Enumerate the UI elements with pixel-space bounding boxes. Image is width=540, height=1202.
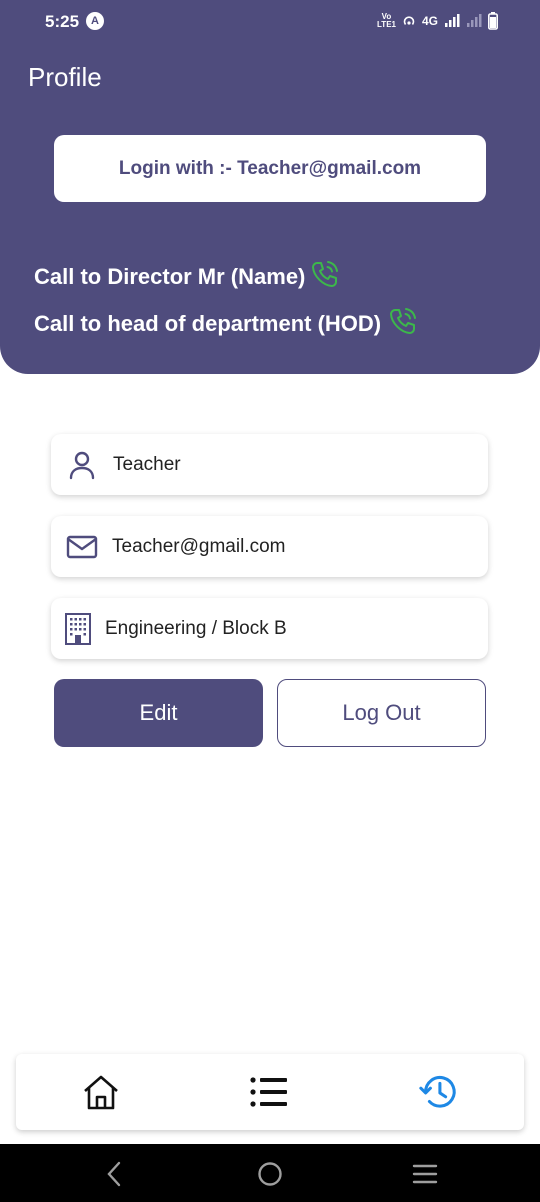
login-info-card: Login with :- Teacher@gmail.com	[54, 135, 486, 202]
profile-header: 5:25 A Vo LTE1 4G Profile Login with:- …	[0, 0, 540, 374]
edit-button[interactable]: Edit	[54, 679, 263, 747]
page-title: Profile	[28, 62, 102, 92]
mail-icon	[66, 535, 98, 559]
profile-screen: 5:25 A Vo LTE1 4G Profile Login with:- …	[0, 0, 540, 1202]
name-value: Teacher	[113, 453, 181, 475]
logout-button[interactable]: Log Out	[277, 679, 486, 747]
call-hod-link[interactable]: Call to head of department (HOD)	[34, 305, 419, 343]
phone-call-icon[interactable]	[309, 258, 341, 296]
volte-icon: Vo LTE1	[377, 12, 396, 29]
call-director-link[interactable]: Call to Director Mr (Name)	[34, 258, 341, 296]
bottom-navigation	[16, 1054, 524, 1130]
history-icon[interactable]	[418, 1072, 458, 1112]
battery-icon	[488, 12, 498, 30]
list-icon[interactable]	[249, 1075, 289, 1109]
circle-home-icon[interactable]	[257, 1161, 283, 1187]
status-bar: 5:25 A Vo LTE1 4G	[0, 0, 540, 44]
back-icon[interactable]	[106, 1161, 122, 1187]
system-navigation-bar	[0, 1144, 540, 1202]
home-icon[interactable]	[82, 1073, 120, 1111]
signal-sim2-icon	[467, 14, 482, 27]
phone-call-icon[interactable]	[387, 305, 419, 343]
department-field: Engineering / Block B	[51, 598, 488, 659]
status-time: 5:25	[45, 12, 80, 31]
nav-list[interactable]	[249, 1072, 289, 1112]
menu-icon[interactable]	[412, 1163, 438, 1185]
call-director-label: Call to Director Mr (Name)	[34, 264, 306, 289]
nav-home[interactable]	[81, 1072, 121, 1112]
call-hod-label: Call to head of department (HOD)	[34, 311, 382, 336]
system-back-button[interactable]	[100, 1160, 128, 1188]
email-value: Teacher@gmail.com	[112, 535, 286, 557]
system-home-button[interactable]	[256, 1160, 284, 1188]
building-icon	[63, 612, 93, 646]
user-icon	[67, 450, 97, 480]
system-recent-button[interactable]	[411, 1160, 439, 1188]
signal-icon	[445, 14, 460, 27]
notification-a-icon: A	[86, 12, 104, 30]
network-type: 4G	[421, 14, 438, 28]
name-field: Teacher	[51, 434, 488, 495]
nav-history[interactable]	[418, 1072, 458, 1112]
hotspot-icon	[403, 16, 415, 26]
status-indicators: Vo LTE1 4G	[377, 11, 498, 31]
department-value: Engineering / Block B	[105, 617, 287, 639]
email-field: Teacher@gmail.com	[51, 516, 488, 577]
